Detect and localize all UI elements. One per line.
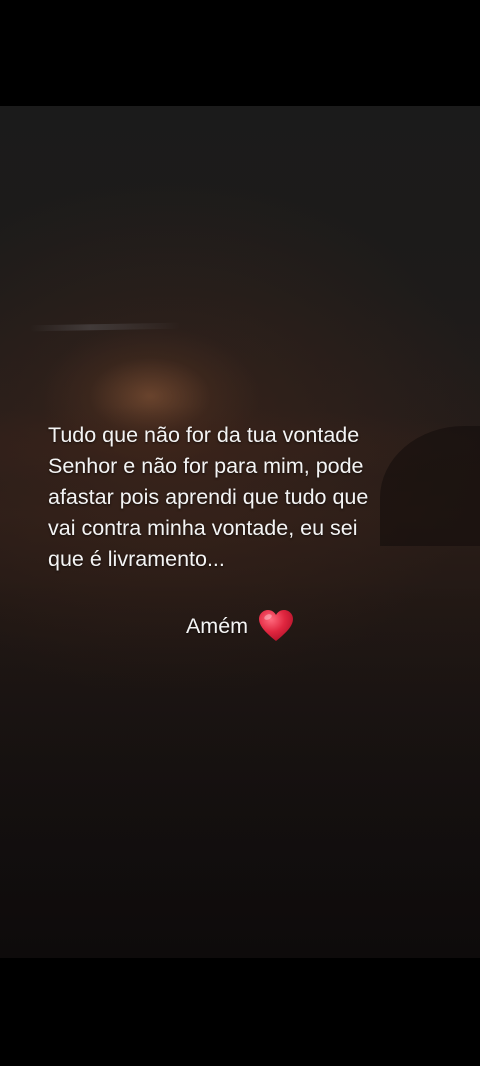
amen-text: Amém [185,613,249,638]
quote-line: Tudo que não for da tua vontade [48,423,360,447]
quote-line: que é livramento... [48,547,225,571]
closing-row: Amém [0,608,480,644]
letterbox-bottom [0,958,480,1066]
letterbox-top [0,0,480,106]
cloud-streak [29,322,181,332]
quote-line: afastar pois aprendi que tudo que [48,485,369,509]
quote-line: vai contra minha vontade, eu sei [48,516,358,540]
quote-text: Tudo que não for da tua vontade Senhor e… [48,420,448,575]
heart-icon [259,610,294,641]
quote-line: Senhor e não for para mim, pode [48,454,364,478]
